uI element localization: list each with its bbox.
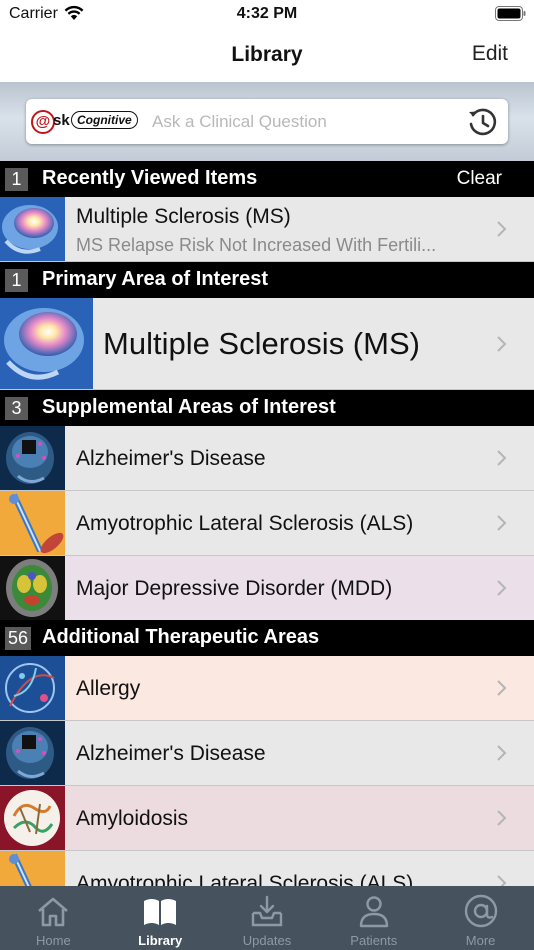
allergy-thumbnail	[0, 656, 65, 720]
count-badge: 56	[5, 627, 32, 650]
history-icon[interactable]	[466, 106, 498, 138]
section-title: Primary Area of Interest	[42, 268, 269, 290]
person-icon	[359, 896, 388, 928]
chevron-right-icon	[497, 221, 507, 237]
search-box[interactable]: @ sk Cognitive	[26, 99, 508, 144]
chevron-right-icon	[497, 680, 507, 696]
tab-more[interactable]: More	[427, 886, 534, 950]
tab-label: Home	[36, 933, 71, 948]
tab-updates[interactable]: Updates	[214, 886, 321, 950]
chevron-right-icon	[497, 336, 507, 352]
item-title: Major Depressive Disorder (MDD)	[76, 577, 393, 600]
tab-label: Patients	[350, 933, 398, 948]
brain-scan-thumbnail	[0, 556, 65, 620]
chevron-right-icon	[497, 450, 507, 466]
count-badge: 3	[5, 397, 28, 420]
section-header-primary: 1 Primary Area of Interest	[0, 262, 534, 298]
clock: 4:32 PM	[236, 5, 298, 22]
edit-button[interactable]: Edit	[472, 42, 508, 66]
brain-thumbnail	[0, 298, 93, 389]
at-sign-icon	[464, 894, 497, 928]
askcognitive-logo: @ sk Cognitive	[31, 110, 143, 134]
item-title: Alzheimer's Disease	[76, 742, 266, 765]
neuron-thumbnail	[0, 491, 65, 555]
chevron-right-icon	[497, 515, 507, 531]
alzheimers-thumbnail	[0, 426, 65, 490]
item-title: Multiple Sclerosis (MS)	[76, 205, 291, 228]
chevron-right-icon	[497, 745, 507, 761]
search-input[interactable]	[152, 110, 452, 134]
section-header-recent: 1 Recently Viewed Items Clear	[0, 161, 534, 197]
primary-item[interactable]: Multiple Sclerosis (MS)	[0, 298, 534, 390]
item-title: Allergy	[76, 677, 141, 700]
list-item[interactable]: Major Depressive Disorder (MDD)	[0, 556, 534, 621]
section-header-additional: 56 Additional Therapeutic Areas	[0, 620, 534, 656]
list-item[interactable]: Multiple Sclerosis (MS) MS Relapse Risk …	[0, 197, 534, 262]
list-item[interactable]: Alzheimer's Disease	[0, 426, 534, 491]
tab-patients[interactable]: Patients	[320, 886, 427, 950]
list-item[interactable]: Alzheimer's Disease	[0, 721, 534, 786]
section-title: Supplemental Areas of Interest	[42, 396, 336, 418]
search-area: @ sk Cognitive	[0, 82, 534, 161]
alzheimers-thumbnail	[0, 721, 65, 785]
count-badge: 1	[5, 168, 28, 191]
list-item[interactable]: Amyloidosis	[0, 786, 534, 851]
item-title: Amyloidosis	[76, 807, 189, 830]
clear-button[interactable]: Clear	[457, 168, 502, 190]
section-title: Recently Viewed Items	[42, 167, 258, 189]
page-title: Library	[231, 43, 303, 66]
home-icon	[38, 897, 69, 927]
book-icon	[144, 899, 177, 925]
amyloid-protein-thumbnail	[0, 786, 65, 850]
section-header-supplemental: 3 Supplemental Areas of Interest	[0, 390, 534, 426]
battery-icon	[495, 6, 526, 21]
nav-bar: Library Edit	[0, 30, 534, 82]
tab-label: Library	[138, 933, 183, 948]
status-bar: Carrier 4:32 PM	[0, 0, 534, 30]
tab-label: More	[465, 933, 496, 948]
item-subtitle: MS Relapse Risk Not Increased With Ferti…	[76, 235, 437, 255]
section-title: Additional Therapeutic Areas	[42, 626, 320, 648]
chevron-right-icon	[497, 580, 507, 596]
list-item[interactable]: Allergy	[0, 656, 534, 721]
tab-bar: Home Library Updates Patients More	[0, 886, 534, 950]
item-title: Amyotrophic Lateral Sclerosis (ALS)	[76, 512, 414, 535]
list-item[interactable]: Amyotrophic Lateral Sclerosis (ALS)	[0, 491, 534, 556]
chevron-right-icon	[497, 810, 507, 826]
item-title: Alzheimer's Disease	[76, 447, 266, 470]
tab-library[interactable]: Library	[107, 886, 214, 950]
tab-label: Updates	[242, 933, 292, 948]
item-title: Multiple Sclerosis (MS)	[103, 326, 420, 361]
count-badge: 1	[5, 269, 28, 292]
brain-thumbnail	[0, 197, 65, 261]
tab-home[interactable]: Home	[0, 886, 107, 950]
inbox-download-icon	[251, 895, 283, 927]
